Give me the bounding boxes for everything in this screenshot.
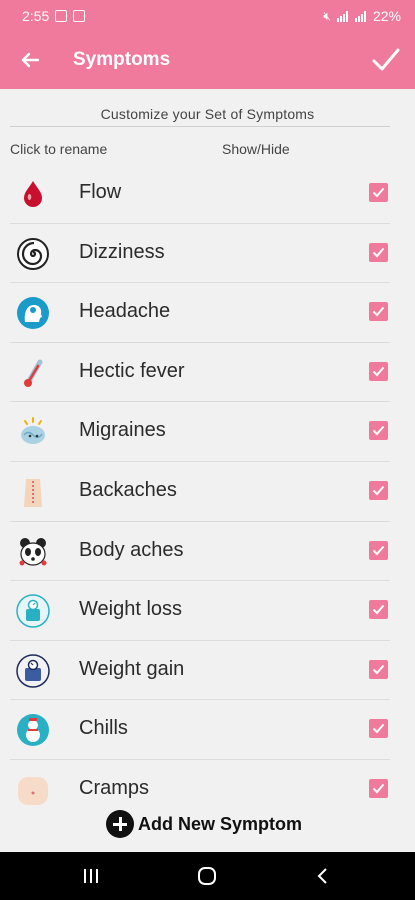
symptom-label[interactable]: Headache <box>79 300 170 323</box>
show-hide-checkbox[interactable] <box>369 183 388 202</box>
brain-icon <box>21 417 45 445</box>
checkmark-icon <box>372 545 385 556</box>
symptom-row-weight-loss: Weight loss <box>0 581 415 641</box>
symptom-label[interactable]: Backaches <box>79 479 177 502</box>
scale-gain-icon <box>16 654 50 688</box>
signal-icon-2 <box>354 10 367 22</box>
symptom-row-headache: Headache <box>0 283 415 343</box>
home-icon[interactable] <box>195 864 219 888</box>
checkmark-icon <box>372 307 385 317</box>
symptom-row-dizziness: Dizziness <box>0 224 415 284</box>
column-header-show-hide: Show/Hide <box>222 141 290 157</box>
add-button-label: Add New Symptom <box>138 813 303 834</box>
symptom-row-chills: Chills <box>0 700 415 760</box>
symptom-label[interactable]: Hectic fever <box>79 360 185 383</box>
battery-level: 22% <box>372 8 401 24</box>
symptom-list: Flow Dizziness Headache Hectic fever Mig… <box>0 164 415 820</box>
checkmark-icon <box>372 605 385 615</box>
checkmark-icon <box>372 366 385 377</box>
recent-apps-icon[interactable] <box>79 864 103 888</box>
show-hide-checkbox[interactable] <box>369 242 388 262</box>
mute-icon: 🔇︎ <box>323 8 331 23</box>
checkmark-icon <box>372 187 385 198</box>
checkmark-icon <box>372 247 385 258</box>
divider <box>10 126 390 127</box>
symptom-label[interactable]: Flow <box>79 181 121 204</box>
app-bar: Symptoms <box>0 32 415 89</box>
image-notification-icon <box>73 10 86 22</box>
symptom-row-weight-gain: Weight gain <box>0 641 415 701</box>
show-hide-checkbox[interactable] <box>369 540 388 560</box>
column-header-rename: Click to rename <box>10 141 108 157</box>
show-hide-checkbox[interactable] <box>369 480 388 500</box>
symptom-label[interactable]: Body aches <box>79 539 184 562</box>
blood-drop-icon <box>24 181 42 207</box>
notification-icon <box>55 10 68 22</box>
symptom-row-body-aches: Body aches <box>0 522 415 582</box>
symptom-label[interactable]: Chills <box>79 717 128 740</box>
page-title: Symptoms <box>73 49 171 70</box>
spiral-icon <box>17 237 49 270</box>
snowman-icon <box>17 714 49 747</box>
belly-icon <box>18 776 48 805</box>
status-time: 2:55 <box>22 8 50 24</box>
show-hide-checkbox[interactable] <box>369 361 388 381</box>
scale-loss-icon <box>16 594 50 628</box>
show-hide-checkbox[interactable] <box>369 302 388 322</box>
section-subtitle: Customize your Set of Symptoms <box>100 106 315 122</box>
symptom-row-migraines: Migraines <box>0 402 415 462</box>
panda-icon <box>19 537 47 566</box>
system-nav-bar <box>0 852 415 900</box>
show-hide-checkbox[interactable] <box>369 719 388 739</box>
checkmark-icon <box>372 724 385 734</box>
symptom-label[interactable]: Migraines <box>79 419 166 442</box>
checkmark-icon <box>372 664 385 675</box>
status-bar: 2:55 🔇︎ 22% <box>0 0 415 32</box>
thermometer-icon <box>24 359 43 387</box>
symptom-row-flow: Flow <box>0 164 415 224</box>
add-circle-icon <box>106 810 134 838</box>
symptom-row-backaches: Backaches <box>0 462 415 522</box>
show-hide-checkbox[interactable] <box>369 421 388 441</box>
back-icon <box>24 478 42 507</box>
show-hide-checkbox[interactable] <box>369 778 388 798</box>
show-hide-checkbox[interactable] <box>369 659 388 679</box>
head-icon <box>17 297 49 330</box>
show-hide-checkbox[interactable] <box>369 600 388 620</box>
symptom-label[interactable]: Weight gain <box>79 658 184 681</box>
checkmark-icon <box>372 783 385 794</box>
back-arrow-icon[interactable] <box>18 48 42 72</box>
add-new-symptom-button[interactable]: Add New Symptom <box>106 810 302 838</box>
symptom-label[interactable]: Weight loss <box>79 598 182 621</box>
symptom-label[interactable]: Cramps <box>79 777 149 800</box>
symptom-row-hectic-fever: Hectic fever <box>0 343 415 403</box>
save-check-icon[interactable] <box>371 46 401 74</box>
nav-back-icon[interactable] <box>311 864 335 888</box>
signal-icon <box>336 10 349 22</box>
symptom-label[interactable]: Dizziness <box>79 241 165 264</box>
checkmark-icon <box>372 426 385 436</box>
checkmark-icon <box>372 485 385 496</box>
